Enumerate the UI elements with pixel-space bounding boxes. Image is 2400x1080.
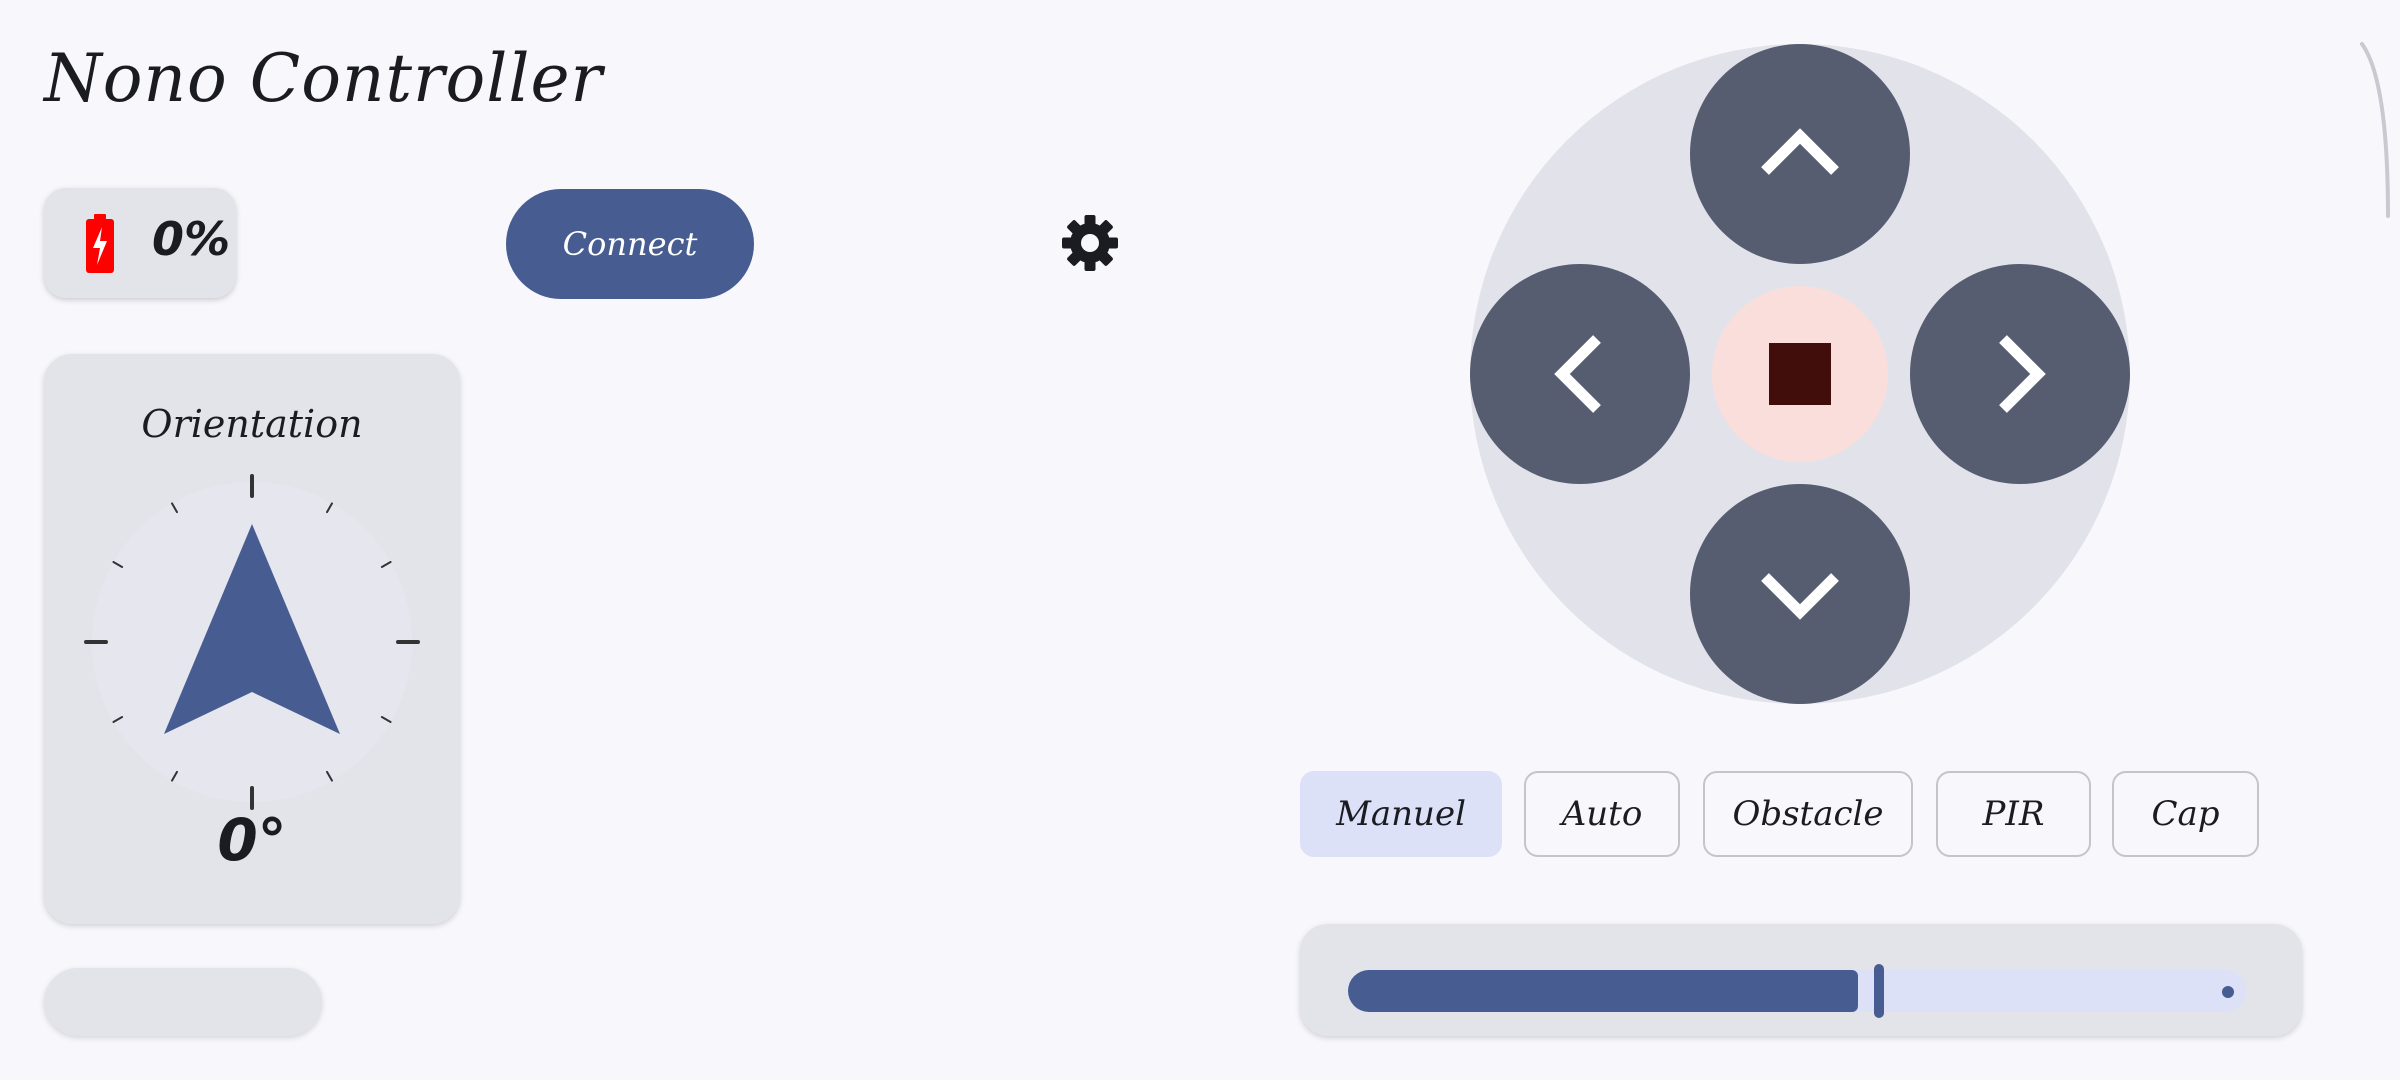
- orientation-title: Orientation: [141, 402, 363, 446]
- battery-percentage: 0%: [152, 212, 231, 266]
- status-pill: [44, 968, 322, 1036]
- mode-chip-cap[interactable]: Cap: [2112, 771, 2259, 857]
- chevron-right-icon: [1999, 335, 2046, 413]
- battery-status-card: 0%: [44, 188, 236, 298]
- battery-charging-icon: [86, 214, 114, 273]
- slider-stop-indicator: [2222, 986, 2234, 998]
- slider-thumb[interactable]: [1874, 964, 1884, 1018]
- chevron-up-icon: [1761, 128, 1839, 175]
- gear-icon[interactable]: [1060, 213, 1120, 273]
- connect-button[interactable]: Connect: [506, 189, 754, 299]
- slider-track-active[interactable]: [1348, 970, 1858, 1012]
- chevron-down-icon: [1761, 573, 1839, 620]
- compass-dial: [84, 474, 420, 810]
- speed-slider-card: [1300, 924, 2302, 1036]
- stop-button[interactable]: [1712, 286, 1888, 462]
- stop-icon: [1769, 343, 1831, 405]
- mode-chip-auto[interactable]: Auto: [1524, 771, 1680, 857]
- right-button[interactable]: [1910, 264, 2130, 484]
- orientation-degrees: 0°: [217, 806, 287, 874]
- mode-chip-manuel[interactable]: Manuel: [1300, 771, 1502, 857]
- chevron-left-icon: [1554, 335, 1601, 413]
- app-title: Nono Controller: [44, 40, 604, 117]
- up-button[interactable]: [1690, 44, 1910, 264]
- down-button[interactable]: [1690, 484, 1910, 704]
- scroll-indicator: [2360, 42, 2390, 218]
- left-button[interactable]: [1470, 264, 1690, 484]
- mode-chip-obstacle[interactable]: Obstacle: [1703, 771, 1913, 857]
- orientation-card: Orientation 0°: [44, 354, 460, 924]
- mode-chip-pir[interactable]: PIR: [1936, 771, 2091, 857]
